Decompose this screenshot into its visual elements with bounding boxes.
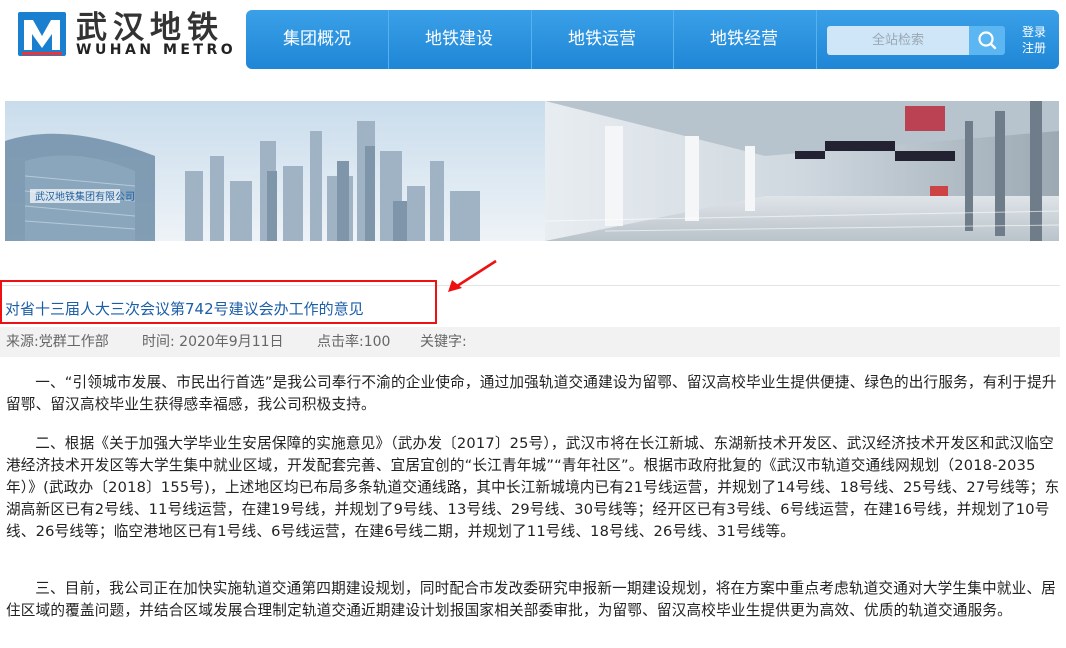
logo-chinese-text: 武汉地铁 xyxy=(76,10,224,46)
article-paragraph-2: 二、根据《关于加强大学毕业生安居保障的实施意见》（武办发〔2017〕25号），武… xyxy=(6,435,1060,540)
register-link[interactable]: 注册 xyxy=(1016,40,1052,56)
logo-english-text: WUHAN METRO xyxy=(76,42,237,58)
auth-links: 登录 注册 xyxy=(1016,24,1052,56)
meta-source: 来源:党群工作部 xyxy=(6,334,109,350)
metro-logo-icon xyxy=(18,12,66,56)
nav-item-metro-operation[interactable]: 地铁运营 xyxy=(531,10,673,69)
banner-company-text: 武汉地铁集团有限公司 xyxy=(35,190,135,203)
banner-cityscape-illustration: 武汉地铁集团有限公司 xyxy=(5,101,1059,241)
nav-divider xyxy=(816,10,817,69)
search-button[interactable] xyxy=(969,26,1005,55)
search-icon xyxy=(978,31,997,50)
banner-image: 武汉地铁集团有限公司 xyxy=(5,101,1059,241)
meta-clicks: 点击率:100 xyxy=(317,334,391,350)
title-highlight-box xyxy=(0,280,437,324)
red-arrow-annotation xyxy=(448,259,497,292)
article-paragraph-1: 一、“引领城市发展、市民出行首选”是我公司奉行不渝的企业使命，通过加强轨道交通建… xyxy=(6,374,1057,413)
search-input[interactable] xyxy=(827,26,969,55)
nav-item-group-overview[interactable]: 集团概况 xyxy=(246,10,388,69)
article-paragraph-3: 三、目前，我公司正在加快实施轨道交通第四期建设规划，同时配合市发改委研究申报新一… xyxy=(6,580,1056,619)
main-nav: 集团概况 地铁建设 地铁运营 地铁经营 登录 注册 xyxy=(246,10,1059,69)
nav-item-metro-construction[interactable]: 地铁建设 xyxy=(388,10,530,69)
login-link[interactable]: 登录 xyxy=(1016,24,1052,40)
meta-time: 时间: 2020年9月11日 xyxy=(142,334,284,350)
site-logo[interactable]: 武汉地铁 WUHAN METRO xyxy=(18,10,240,58)
nav-item-metro-business[interactable]: 地铁经营 xyxy=(673,10,815,69)
article-meta-bar: 来源:党群工作部 时间: 2020年9月11日 点击率:100 关键字: xyxy=(0,327,1060,357)
meta-keywords: 关键字: xyxy=(420,334,467,350)
